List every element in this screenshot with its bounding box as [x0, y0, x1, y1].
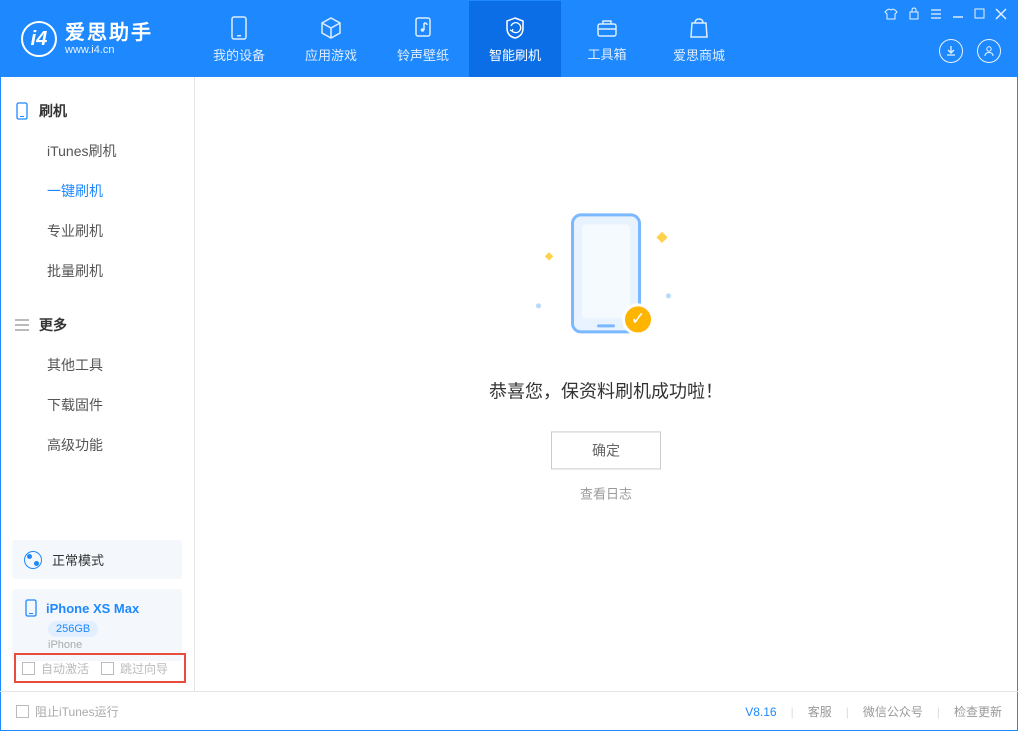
- check-badge-icon: ✓: [622, 303, 654, 335]
- dot-icon: [536, 303, 541, 308]
- tab-label: 爱思商城: [673, 45, 725, 64]
- tab-label: 我的设备: [213, 45, 265, 64]
- mode-label: 正常模式: [52, 550, 104, 569]
- tab-my-device[interactable]: 我的设备: [193, 1, 285, 77]
- sidebar-item-label: 专业刷机: [47, 223, 103, 239]
- lock-icon[interactable]: [908, 7, 920, 20]
- download-icon[interactable]: [939, 39, 963, 63]
- app-subtitle: www.i4.cn: [65, 44, 153, 56]
- sidebar: 刷机 iTunes刷机 一键刷机 专业刷机 批量刷机 更多 其他工具 下载固件 …: [1, 77, 195, 691]
- update-link[interactable]: 检查更新: [954, 703, 1002, 720]
- bag-icon: [687, 15, 711, 41]
- wechat-link[interactable]: 微信公众号: [863, 703, 923, 720]
- top-tabs: 我的设备 应用游戏 铃声壁纸 智能刷机 工具箱 爱思商城: [193, 1, 745, 77]
- phone-icon: [24, 599, 38, 617]
- close-icon[interactable]: [995, 8, 1007, 20]
- toolbox-icon: [594, 16, 620, 40]
- sidebar-item-label: 一键刷机: [47, 183, 103, 199]
- sidebar-item-label: 其他工具: [47, 357, 103, 373]
- tab-apps[interactable]: 应用游戏: [285, 1, 377, 77]
- menu-icon[interactable]: [930, 8, 942, 20]
- tab-store[interactable]: 爱思商城: [653, 1, 745, 77]
- tab-ringtones[interactable]: 铃声壁纸: [377, 1, 469, 77]
- tab-label: 工具箱: [587, 44, 626, 63]
- minimize-icon[interactable]: [952, 8, 964, 20]
- sidebar-item-label: 下载固件: [47, 397, 103, 413]
- sidebar-item-itunes[interactable]: iTunes刷机: [1, 131, 194, 171]
- phone-icon: [15, 102, 29, 120]
- maximize-icon[interactable]: [974, 8, 985, 19]
- device-name: iPhone XS Max: [46, 601, 139, 616]
- tab-label: 应用游戏: [305, 45, 357, 64]
- view-log-link[interactable]: 查看日志: [489, 483, 723, 502]
- sidebar-item-label: 批量刷机: [47, 263, 103, 279]
- checkbox-block-itunes[interactable]: [16, 705, 29, 718]
- shield-icon: [503, 15, 527, 41]
- footer: 阻止iTunes运行 V8.16 | 客服 | 微信公众号 | 检查更新: [0, 691, 1018, 731]
- sidebar-item-batch[interactable]: 批量刷机: [1, 251, 194, 291]
- list-icon: [15, 319, 29, 331]
- success-illustration: ✓: [516, 203, 696, 353]
- version-label: V8.16: [745, 705, 776, 719]
- device-capacity: 256GB: [48, 621, 98, 637]
- sidebar-head-label: 更多: [39, 315, 67, 335]
- sidebar-item-pro[interactable]: 专业刷机: [1, 211, 194, 251]
- sidebar-head-more: 更多: [1, 309, 194, 341]
- sidebar-item-label: 高级功能: [47, 437, 103, 453]
- sidebar-item-oneclick[interactable]: 一键刷机: [1, 171, 194, 211]
- mode-card[interactable]: 正常模式: [12, 540, 182, 579]
- logo-icon: i4: [21, 21, 57, 57]
- sidebar-item-download[interactable]: 下载固件: [1, 385, 194, 425]
- skip-guide-label: 跳过向导: [120, 660, 168, 677]
- sidebar-head-label: 刷机: [39, 101, 67, 121]
- ok-button[interactable]: 确定: [551, 431, 661, 469]
- spark-icon: [656, 231, 667, 242]
- device-icon: [228, 15, 250, 41]
- header: i4 爱思助手 www.i4.cn 我的设备 应用游戏 铃声壁纸 智能刷机 工具…: [1, 1, 1017, 77]
- mode-icon: [24, 551, 42, 569]
- logo[interactable]: i4 爱思助手 www.i4.cn: [21, 21, 153, 57]
- auto-activate-label: 自动激活: [41, 660, 89, 677]
- note-icon: [411, 15, 435, 41]
- user-icon[interactable]: [977, 39, 1001, 63]
- main-content: ✓ 恭喜您，保资料刷机成功啦！ 确定 查看日志: [195, 77, 1017, 691]
- app-title: 爱思助手: [65, 22, 153, 44]
- tab-label: 铃声壁纸: [397, 45, 449, 64]
- success-message: 恭喜您，保资料刷机成功啦！: [489, 377, 723, 403]
- checkbox-skip-guide[interactable]: [101, 662, 114, 675]
- tab-label: 智能刷机: [489, 45, 541, 64]
- dot-icon: [666, 293, 671, 298]
- sidebar-item-advanced[interactable]: 高级功能: [1, 425, 194, 465]
- tab-flash[interactable]: 智能刷机: [469, 1, 561, 77]
- device-card[interactable]: iPhone XS Max 256GB iPhone: [12, 589, 182, 661]
- user-icons: [939, 39, 1001, 63]
- block-itunes-label: 阻止iTunes运行: [35, 703, 119, 720]
- sidebar-item-label: iTunes刷机: [47, 143, 117, 159]
- device-type: iPhone: [48, 639, 170, 651]
- sidebar-item-other[interactable]: 其他工具: [1, 345, 194, 385]
- support-link[interactable]: 客服: [808, 703, 832, 720]
- checkbox-auto-activate[interactable]: [22, 662, 35, 675]
- shirt-icon[interactable]: [884, 8, 898, 20]
- window-controls: [884, 7, 1007, 20]
- sidebar-head-flash: 刷机: [1, 95, 194, 127]
- tab-toolbox[interactable]: 工具箱: [561, 1, 653, 77]
- cube-icon: [318, 15, 344, 41]
- spark-icon: [545, 252, 553, 260]
- highlight-options: 自动激活 跳过向导: [14, 653, 186, 683]
